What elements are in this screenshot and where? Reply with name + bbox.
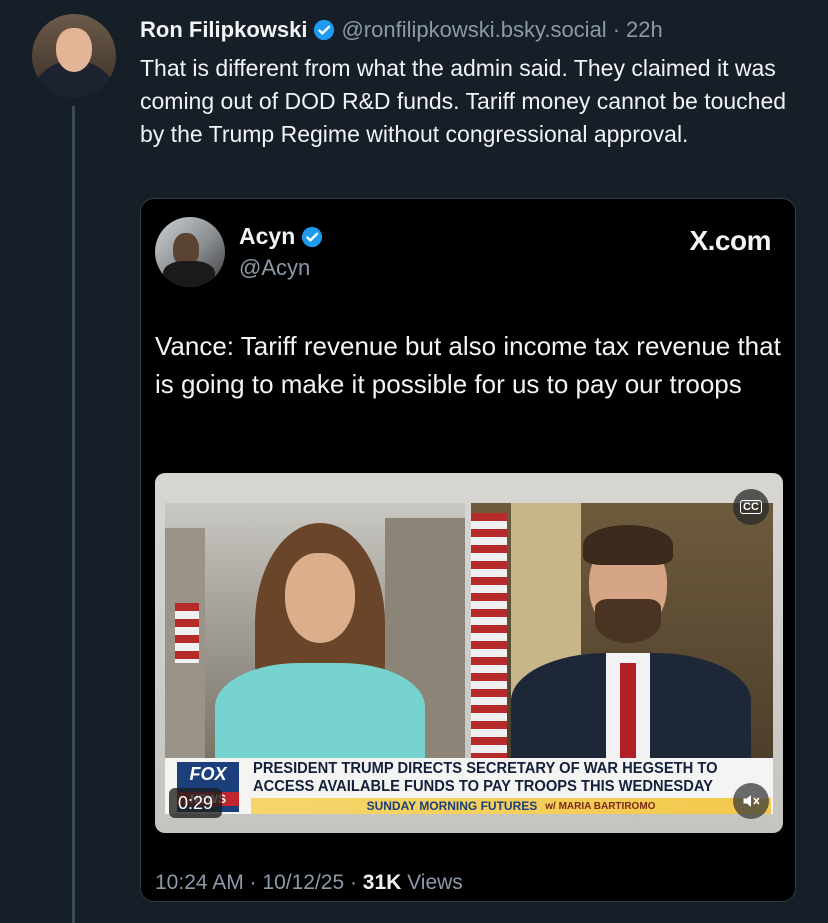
quoted-avatar-body <box>163 261 215 287</box>
avatar-shirt <box>40 74 108 98</box>
quoted-text: Vance: Tariff revenue but also income ta… <box>155 331 781 399</box>
post-header: Ron Filipkowski @ronfilipkowski.bsky.soc… <box>140 14 663 46</box>
closed-captions-button[interactable]: CC <box>733 489 769 525</box>
author-avatar[interactable] <box>32 14 116 98</box>
guest-beard <box>595 599 661 643</box>
verified-badge-icon <box>313 19 335 41</box>
views-label: Views <box>401 871 463 894</box>
tweet-timestamp[interactable]: 10:24 AM · 10/12/25 · <box>155 871 363 894</box>
author-handle[interactable]: @ronfilipkowski.bsky.social <box>341 17 606 43</box>
video-player[interactable]: CC FOX NEWS PRESIDENT TRUMP DIRECTS SECR… <box>155 473 783 833</box>
x-logo: X.com <box>689 225 771 256</box>
quoted-verified-badge-icon <box>301 226 323 248</box>
guest-hair <box>583 525 673 565</box>
tweet-meta: 10:24 AM · 10/12/25 · 31K Views <box>155 871 463 895</box>
views-count: 31K <box>362 871 402 894</box>
thread-line <box>72 106 75 923</box>
post-text: That is different from what the admin sa… <box>140 55 787 147</box>
mute-button[interactable] <box>733 783 769 819</box>
video-duration: 0:29 <box>169 788 223 818</box>
quoted-author-handle[interactable]: @Acyn <box>239 255 310 281</box>
chyron-headline: PRESIDENT TRUMP DIRECTS SECRETARY OF WAR… <box>253 760 718 796</box>
speaker-muted-icon <box>743 795 760 807</box>
show-name: SUNDAY MORNING FUTURES <box>366 799 538 813</box>
avatar-face <box>56 28 92 72</box>
chyron-headline-line2: ACCESS AVAILABLE FUNDS TO PAY TROOPS THI… <box>253 778 713 795</box>
quoted-name-row: Acyn <box>239 223 329 250</box>
news-chyron: FOX NEWS PRESIDENT TRUMP DIRECTS SECRETA… <box>165 758 773 814</box>
video-left-panel <box>165 503 465 758</box>
post-time[interactable]: 22h <box>626 17 663 43</box>
host-face <box>285 553 355 643</box>
cc-label: CC <box>740 500 762 514</box>
author-name[interactable]: Ron Filipkowski <box>140 17 307 43</box>
separator-dot: · <box>612 17 621 42</box>
chyron-headline-line1: PRESIDENT TRUMP DIRECTS SECRETARY OF WAR… <box>253 760 718 777</box>
guest-tie <box>620 663 636 758</box>
show-name-bar: SUNDAY MORNING FUTURES w/ MARIA BARTIROM… <box>251 798 771 814</box>
video-right-panel <box>471 503 773 758</box>
show-host: w/ MARIA BARTIROMO <box>545 800 656 812</box>
quoted-embed-card[interactable]: Acyn @Acyn X.com Vance: Tariff revenue b… <box>140 198 796 902</box>
quoted-author-name[interactable]: Acyn <box>239 223 295 250</box>
quoted-author-avatar[interactable] <box>155 217 225 287</box>
host-body <box>215 663 425 758</box>
fox-logo-text: FOX <box>189 764 227 784</box>
